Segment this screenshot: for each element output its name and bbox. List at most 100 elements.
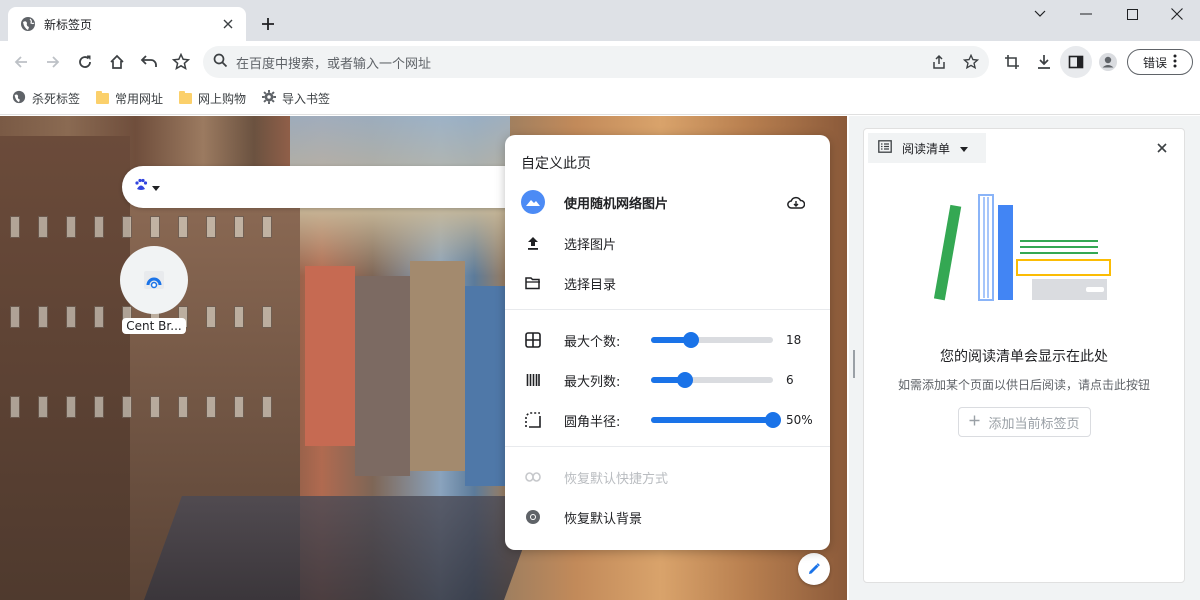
error-button-label: 错误 [1142,55,1167,70]
shortcut-tile[interactable]: Cent Br... [119,246,189,334]
close-icon[interactable] [1150,136,1174,160]
popup-divider [505,446,830,447]
globe-icon [12,90,26,107]
tab-strip: 新标签页 [0,0,1200,41]
chrome-icon [521,505,545,529]
folder-icon [96,91,110,104]
caret-down-icon[interactable] [152,180,160,195]
reading-list-illustration [934,194,1111,301]
popup-divider [505,309,830,310]
side-panel-button[interactable] [1060,46,1092,78]
slider-fill [651,417,773,423]
undo-icon[interactable] [133,46,165,78]
caret-down-icon [960,141,969,155]
random-image-label: 使用随机网络图片 [564,196,669,212]
customize-page-popup: 自定义此页 使用随机网络图片 选择图片 选择目录 最大个数: 18 最大列数: … [505,135,830,550]
slider-thumb[interactable] [765,412,781,428]
bookmark-folder-common[interactable]: 常用网址 [96,90,163,107]
profile-avatar-icon[interactable] [1092,46,1124,78]
close-icon[interactable] [220,16,236,32]
chevron-down-icon[interactable] [1017,0,1063,28]
background-windows [10,216,272,238]
bookmark-label: 网上购物 [198,92,247,106]
corner-radius-label: 圆角半径: [564,414,621,430]
edit-pencil-icon[interactable] [798,553,830,585]
share-icon[interactable] [925,48,953,76]
toolbar: 在百度中搜索，或者输入一个网址 错误 [0,41,1200,83]
window-close-button[interactable] [1154,0,1200,28]
bookmark-import[interactable]: 导入书签 [262,90,330,107]
minimize-button[interactable] [1063,0,1109,28]
random-image-option[interactable]: 使用随机网络图片 [505,182,830,222]
bookmark-label: 常用网址 [115,92,164,106]
landscape-icon [521,190,545,214]
cloud-download-icon[interactable] [785,192,807,214]
max-count-setting: 最大个数: 18 [505,320,830,360]
star-icon[interactable] [957,48,985,76]
error-button[interactable]: 错误 [1127,49,1193,75]
reading-list-description: 如需添加某个页面以供日后阅读，请点击此按钮 [897,378,1150,392]
max-columns-setting: 最大列数: 6 [505,360,830,400]
max-columns-slider[interactable] [651,372,773,388]
folder-open-icon [521,271,545,295]
gear-icon [262,90,277,107]
choose-image-option[interactable]: 选择图片 [505,223,830,263]
tab-new-tab[interactable]: 新标签页 [8,7,246,41]
background-building [0,136,130,600]
reload-button[interactable] [69,46,101,78]
list-icon [878,140,892,156]
side-panel-selector[interactable]: 阅读清单 [868,133,986,163]
grid-icon [521,328,545,352]
new-tab-button[interactable] [256,12,280,36]
omnibox[interactable]: 在百度中搜索，或者输入一个网址 [203,46,989,78]
choose-folder-option[interactable]: 选择目录 [505,263,830,303]
ntp-search-box[interactable] [122,166,522,208]
more-vert-icon [1173,54,1177,71]
background-street [138,496,542,600]
max-count-slider[interactable] [651,332,773,348]
rounded-corner-icon [521,408,545,432]
background-building [355,276,410,476]
back-button[interactable] [5,46,37,78]
link-icon [521,465,545,489]
slider-thumb[interactable] [683,332,700,348]
add-current-tab-button[interactable]: 添加当前标签页 [958,407,1091,437]
upload-icon [521,231,545,255]
restore-background-option[interactable]: 恢复默认背景 [505,497,830,537]
folder-icon [179,91,193,104]
crop-icon[interactable] [996,46,1028,78]
maximize-button[interactable] [1109,0,1155,28]
reading-list-heading: 您的阅读清单会显示在此处 [940,349,1108,365]
max-columns-value: 6 [786,373,794,387]
bookmark-folder-shopping[interactable]: 网上购物 [179,90,246,107]
max-columns-label: 最大列数: [564,374,621,390]
restore-shortcuts-option[interactable]: 恢复默认快捷方式 [505,457,830,497]
shortcut-icon [120,246,188,314]
max-count-label: 最大个数: [564,334,621,350]
corner-radius-slider[interactable] [651,412,781,428]
columns-icon [521,368,545,392]
background-building [410,261,465,471]
bookmark-kill-tabs[interactable]: 杀死标签 [12,90,80,107]
max-count-value: 18 [786,333,802,347]
popup-title: 自定义此页 [521,156,591,172]
corner-radius-value: 50% [786,413,813,427]
restore-background-label: 恢复默认背景 [564,511,643,527]
baidu-paw-icon[interactable] [134,178,148,196]
home-button[interactable] [101,46,133,78]
globe-icon [20,16,36,32]
add-current-tab-label: 添加当前标签页 [988,416,1080,432]
slider-thumb[interactable] [677,372,694,388]
forward-button[interactable] [37,46,69,78]
download-icon[interactable] [1028,46,1060,78]
background-building [305,266,355,446]
shortcut-label: Cent Br... [122,318,186,334]
bookmark-label: 杀死标签 [32,92,81,106]
plus-icon [969,415,980,430]
choose-image-label: 选择图片 [564,237,617,253]
resize-handle[interactable] [853,350,857,378]
restore-shortcuts-label: 恢复默认快捷方式 [564,471,669,487]
side-panel-selector-label: 阅读清单 [902,141,951,156]
bookmark-star-icon[interactable] [165,46,197,78]
bookmarks-bar: 杀死标签 常用网址 网上购物 导入书签 [0,83,1200,115]
